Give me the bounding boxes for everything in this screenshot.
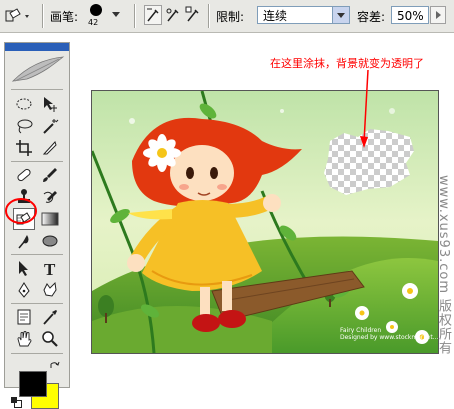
brush-size-value: 42	[88, 18, 99, 27]
limit-select-value: 连续	[263, 9, 288, 23]
brush-label: 画笔:	[50, 10, 79, 24]
artwork-credit-line-1: Fairy Children	[340, 327, 382, 334]
tolerance-input[interactable]: 50%	[391, 6, 429, 24]
tolerance-value: 50%	[397, 9, 424, 23]
eyedropper-once-icon	[166, 8, 179, 22]
ellipse-marquee-icon	[16, 98, 32, 110]
pen-tool[interactable]	[13, 279, 35, 301]
healing-brush-tool[interactable]	[13, 164, 35, 186]
background-eraser-icon	[5, 8, 29, 22]
zoom-tool[interactable]	[39, 328, 61, 350]
gradient-tool[interactable]	[39, 208, 61, 230]
default-colors-icon[interactable]	[11, 397, 22, 408]
custom-shape-tool[interactable]	[39, 279, 61, 301]
feather-logo-icon	[11, 56, 65, 82]
swing-girl-illustration	[92, 91, 438, 353]
sampling-background-swatch-button[interactable]	[184, 5, 202, 25]
type-t-icon: T	[44, 260, 56, 277]
sponge-tool[interactable]	[39, 230, 61, 252]
annotation-arrow	[360, 70, 369, 148]
blur-drop-icon	[18, 235, 29, 249]
eyedropper-icon	[43, 310, 57, 325]
note-icon	[17, 309, 31, 325]
swap-colors-icon[interactable]	[49, 357, 61, 369]
sponge-icon	[42, 235, 58, 247]
document-canvas[interactable]	[91, 90, 439, 354]
toolbox-title-bar[interactable]	[5, 43, 69, 51]
sampling-continuous-button[interactable]	[144, 5, 162, 25]
history-brush-tool[interactable]	[39, 186, 61, 208]
artwork-credit: Fairy Children Designed by www.stockmark…	[340, 327, 438, 341]
move-arrow-icon	[44, 97, 57, 112]
svg-text:T: T	[44, 260, 56, 277]
paintbrush-icon	[43, 168, 57, 182]
move-tool[interactable]	[39, 93, 61, 115]
gradient-icon	[41, 212, 59, 226]
magic-wand-tool[interactable]	[39, 115, 61, 137]
brush-picker[interactable]: 42	[84, 2, 124, 30]
lasso-icon	[17, 119, 33, 134]
chevron-right-icon	[436, 11, 441, 19]
crop-icon	[16, 140, 32, 156]
watermark: www.xus93.com 版权所有	[436, 175, 451, 356]
sampling-once-button[interactable]	[164, 5, 182, 25]
lasso-tool[interactable]	[13, 115, 35, 137]
foreground-color-swatch[interactable]	[19, 371, 47, 397]
history-brush-icon	[43, 191, 57, 203]
limit-select[interactable]: 连续	[257, 6, 350, 24]
eyedropper-continuous-icon	[147, 8, 159, 22]
magnifier-icon	[42, 331, 58, 347]
eyedropper-swatch-icon	[185, 6, 199, 22]
slice-knife-icon	[42, 141, 57, 155]
path-selection-tool[interactable]	[13, 257, 35, 279]
bandage-icon	[17, 168, 31, 182]
tolerance-slider-button[interactable]	[430, 6, 446, 24]
blur-tool[interactable]	[13, 230, 35, 252]
eyedropper-tool[interactable]	[39, 306, 61, 328]
options-bar: 画笔: 42 限制: 连续 容差: 50%	[0, 0, 454, 33]
annotation-text: 在这里涂抹，背景就变为透明了	[270, 57, 424, 70]
path-selection-arrow-icon	[19, 261, 28, 276]
limit-label: 限制:	[216, 10, 245, 24]
chevron-down-icon	[112, 12, 120, 17]
brush-tool[interactable]	[39, 164, 61, 186]
notes-tool[interactable]	[13, 306, 35, 328]
chevron-down-icon	[332, 7, 349, 23]
hand-tool[interactable]	[13, 328, 35, 350]
type-tool[interactable]: T	[39, 257, 61, 279]
tolerance-label: 容差:	[357, 10, 386, 24]
magic-wand-icon	[43, 119, 59, 134]
artwork-credit-line-2: Designed by www.stockmarket...	[340, 334, 439, 341]
shape-blob-icon	[43, 281, 57, 297]
slice-tool[interactable]	[39, 137, 61, 159]
highlight-circle	[5, 198, 37, 224]
elliptical-marquee-tool[interactable]	[13, 93, 35, 115]
tool-preset-picker[interactable]	[3, 5, 31, 27]
brush-tip-icon	[90, 4, 102, 16]
pen-nib-icon	[18, 282, 30, 298]
hand-icon	[17, 331, 32, 347]
crop-tool[interactable]	[13, 137, 35, 159]
